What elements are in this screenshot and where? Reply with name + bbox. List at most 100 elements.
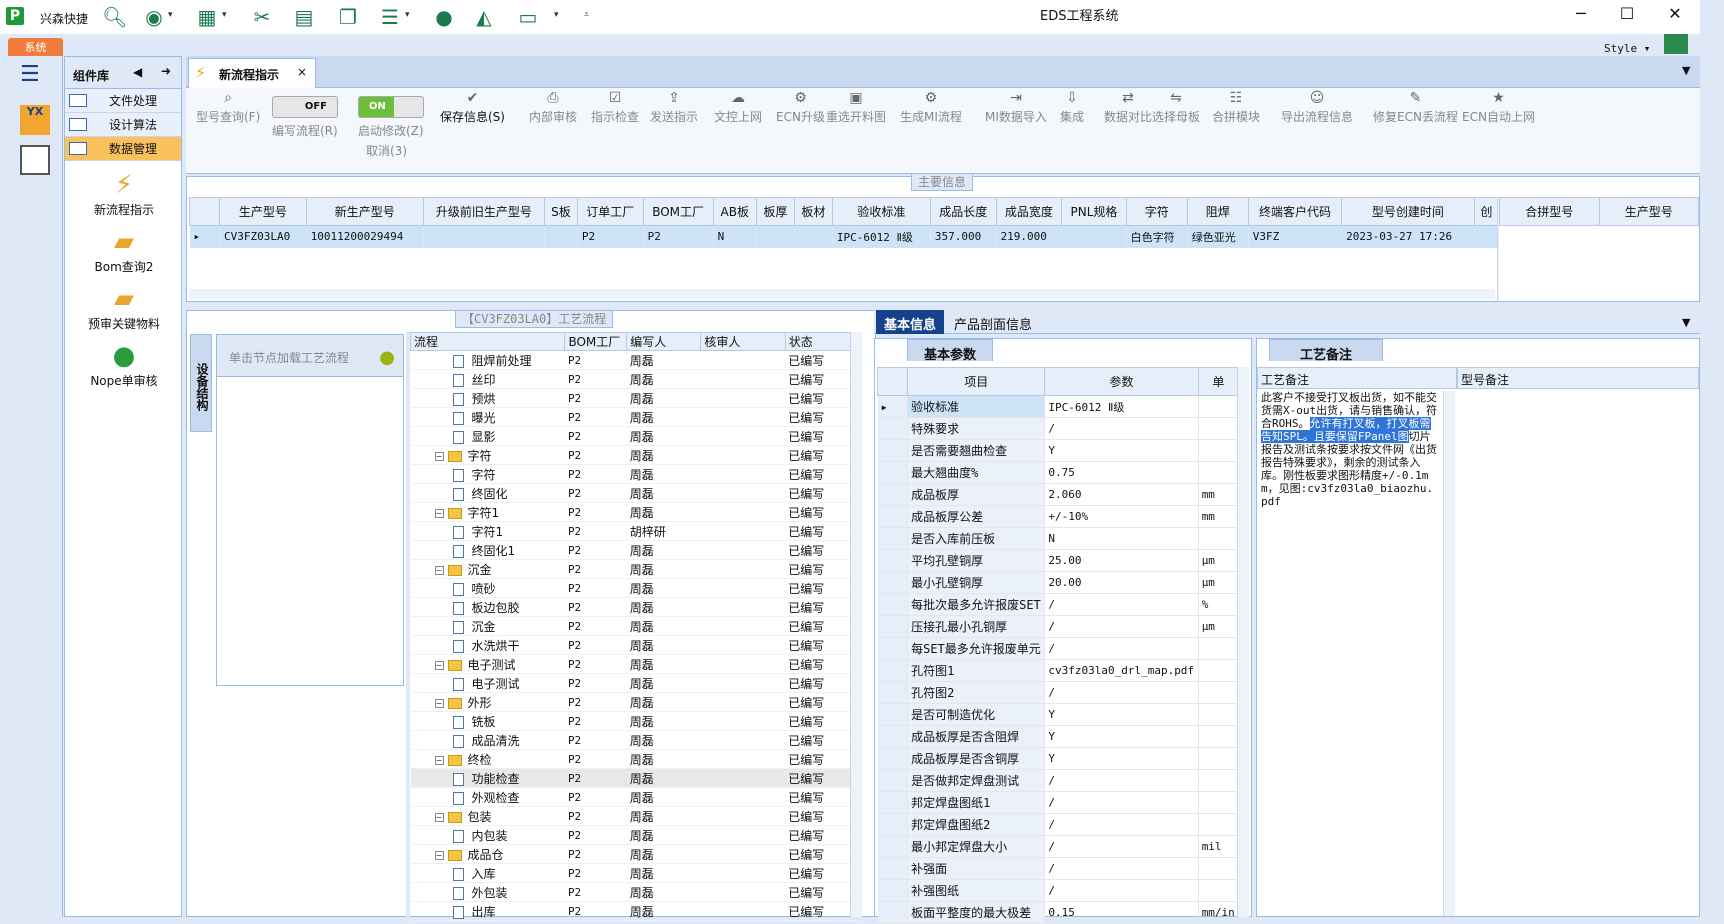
table-cell[interactable]: N	[713, 225, 757, 248]
column-header[interactable]: 订单工厂	[576, 197, 644, 226]
table-row[interactable]: 是否做邦定焊盘测试 /	[877, 769, 1240, 792]
table-cell[interactable]: 2023-03-27 17:26	[1341, 225, 1475, 248]
table-row[interactable]: 孔符图2/	[877, 681, 1240, 704]
grid-icon[interactable]	[1664, 34, 1688, 54]
table-icon[interactable]: ▦	[195, 6, 219, 28]
column-header[interactable]: 新生产型号	[305, 197, 424, 226]
tab-profile-info[interactable]: 产品剖面信息	[946, 310, 1040, 334]
table-row[interactable]: 每SET最多允许报废单元 /	[877, 637, 1240, 660]
scissors-icon[interactable]: ✂	[250, 6, 274, 28]
collapse-icon[interactable]: −	[434, 451, 444, 461]
horizontal-scrollbar[interactable]	[189, 289, 1495, 299]
table-cell[interactable]: 绿色亚光	[1187, 225, 1249, 248]
table-row[interactable]: 成品板厚 2.060 mm	[877, 483, 1240, 506]
nav-item[interactable]: ⚡ 新流程指示	[65, 169, 183, 218]
table-cell[interactable]	[756, 225, 795, 248]
ribbon-button[interactable]: ⇄ 数据对比	[1104, 88, 1152, 125]
param-value[interactable]: /	[1044, 879, 1199, 902]
tab-basic-info[interactable]: 基本信息	[876, 310, 945, 334]
table-row[interactable]: − 字符1 P2 周磊 已编写	[410, 502, 862, 522]
table-cell[interactable]	[1061, 225, 1127, 248]
ribbon-button[interactable]: ⇪ 发送指示	[650, 88, 698, 125]
table-cell[interactable]: 219.000	[996, 225, 1063, 248]
table-row[interactable]: ▸ 验收标准 IPC-6012 Ⅱ级	[877, 395, 1240, 418]
table-row[interactable]: − 字符 P2 周磊 已编写	[410, 445, 862, 465]
chevron-down-icon[interactable]: ▼	[1682, 316, 1690, 329]
column-header[interactable]: 型号创建时间	[1341, 197, 1475, 226]
tab-new-flow[interactable]: ⚡ 新流程指示 ×	[188, 58, 316, 88]
collapse-icon[interactable]: −	[434, 565, 444, 575]
factory-icon[interactable]: YX	[20, 105, 50, 135]
film-icon[interactable]: ▤	[292, 6, 316, 28]
table-row[interactable]: 沉金 P2 周磊 已编写	[410, 616, 862, 636]
collapse-icon[interactable]: ◀	[133, 65, 142, 79]
collapse-icon[interactable]: −	[434, 660, 444, 670]
monitor-icon[interactable]: ▭	[516, 6, 540, 28]
table-row[interactable]: 最大翘曲度% 0.75	[877, 461, 1240, 484]
ribbon-button[interactable]: ⌕ 型号查询(F)	[196, 88, 260, 125]
table-row[interactable]: 字符 P2 周磊 已编写	[410, 464, 862, 484]
column-header[interactable]: 生产型号	[219, 197, 307, 226]
hamburger-icon[interactable]: ☰	[20, 62, 62, 87]
chevron-down-icon[interactable]: ▾	[168, 10, 173, 20]
menu-item[interactable]: 数据管理	[65, 137, 181, 161]
param-value[interactable]: /	[1044, 835, 1199, 858]
column-header[interactable]: 项目	[907, 367, 1046, 396]
table-row[interactable]: 显影 P2 周磊 已编写	[410, 426, 862, 446]
chevron-down-icon[interactable]: ▾	[222, 10, 227, 20]
lifebuoy-icon[interactable]: ◉	[142, 6, 166, 28]
menu-item[interactable]: 设计算法	[65, 113, 181, 137]
column-header[interactable]: 板材	[793, 197, 833, 226]
table-cell[interactable]	[544, 225, 578, 248]
table-cell[interactable]: 10011200029494	[306, 225, 424, 248]
table-cell[interactable]: P2	[577, 225, 644, 248]
table-row[interactable]: − 终检 P2 周磊 已编写	[410, 749, 862, 769]
table-row[interactable]: 特殊要求 /	[877, 417, 1240, 440]
collapse-icon[interactable]: −	[434, 850, 444, 860]
cancel-label[interactable]: 取消(3)	[366, 142, 407, 159]
ribbon-button[interactable]: ☷ 合拼模块	[1212, 88, 1260, 125]
table-cell[interactable]	[794, 225, 833, 248]
table-row[interactable]: 是否可制造优化 Y	[877, 703, 1240, 726]
table-row[interactable]: 板边包胶 P2 周磊 已编写	[410, 597, 862, 617]
table-row[interactable]: 电子测试 P2 周磊 已编写	[410, 673, 862, 693]
param-value[interactable]: Y	[1044, 439, 1199, 462]
column-header[interactable]: 核审人	[700, 332, 786, 351]
customize-icon[interactable]: ⩡	[584, 10, 589, 20]
table-row[interactable]: − 成品仓 P2 周磊 已编写	[410, 844, 862, 864]
param-value[interactable]: 20.00	[1044, 571, 1199, 594]
table-row[interactable]: 阻焊前处理 P2 周磊 已编写	[410, 350, 862, 370]
param-scrollbar[interactable]	[1237, 367, 1249, 917]
collapse-icon[interactable]: −	[434, 698, 444, 708]
param-value[interactable]: 0.15	[1044, 901, 1199, 924]
table-row[interactable]: 孔符图1 cv3fz03la0_drl_map.pdf	[877, 659, 1240, 682]
table-row[interactable]: 最小邦定焊盘大小 / mil	[877, 835, 1240, 858]
chevron-down-icon[interactable]: ▾	[554, 10, 559, 20]
table-row[interactable]: 外观检查 P2 周磊 已编写	[410, 787, 862, 807]
maximize-button[interactable]: ☐	[1612, 4, 1642, 23]
search-hint-row[interactable]: 单击节点加载工艺流程 ●	[217, 335, 403, 377]
table-row[interactable]: 水洗烘干 P2 周磊 已编写	[410, 635, 862, 655]
ribbon-button[interactable]: ⇥ MI数据导入	[985, 88, 1047, 125]
table-row[interactable]: 邦定焊盘图纸2/	[877, 813, 1240, 836]
table-row[interactable]: 外包装 P2 周磊 已编写	[410, 882, 862, 902]
column-header[interactable]: 编写人	[626, 332, 702, 351]
table-row[interactable]: 功能检查 P2 周磊 已编写	[410, 768, 862, 788]
table-row[interactable]: 平均孔壁铜厚 25.00 μm	[877, 549, 1240, 572]
param-value[interactable]: /	[1044, 417, 1199, 440]
column-header[interactable]: 生产型号	[1598, 197, 1699, 226]
nav-item[interactable]: ▰ 预审关键物料	[65, 283, 183, 332]
table-cell[interactable]: CV3FZ03LA0	[219, 225, 307, 248]
table-row[interactable]: 字符1 P2 胡梓研 已编写	[410, 521, 862, 541]
param-value[interactable]: +/-10%	[1044, 505, 1199, 528]
param-value[interactable]: Y	[1044, 703, 1199, 726]
param-value[interactable]: /	[1044, 681, 1199, 704]
column-header[interactable]: 合拼型号	[1499, 197, 1600, 226]
table-row[interactable]: 邦定焊盘图纸1/	[877, 791, 1240, 814]
param-value[interactable]: 0.75	[1044, 461, 1199, 484]
table-row[interactable]: 成品板厚是否含铜厚 Y	[877, 747, 1240, 770]
ribbon-button[interactable]: ⇋ 选择母板	[1152, 88, 1200, 125]
list-icon[interactable]: ☰	[378, 6, 402, 28]
table-row[interactable]: 补强面 /	[877, 857, 1240, 880]
ribbon-button[interactable]: ☺ 导出流程信息	[1281, 88, 1353, 125]
